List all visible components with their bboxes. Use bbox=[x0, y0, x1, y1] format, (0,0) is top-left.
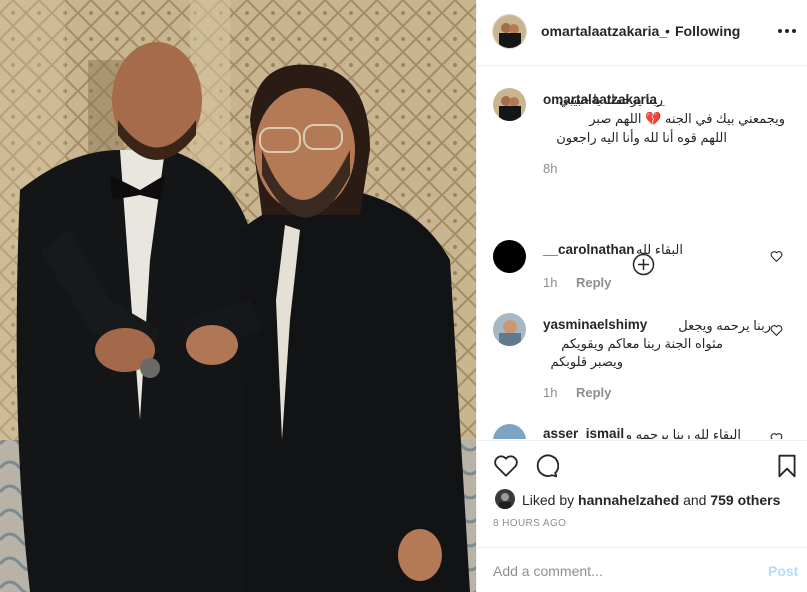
comment-like-heart-icon[interactable] bbox=[770, 324, 783, 337]
comment-like-heart-icon[interactable] bbox=[770, 250, 783, 263]
post-photo[interactable] bbox=[0, 0, 476, 592]
commenter-avatar[interactable] bbox=[493, 240, 526, 273]
add-comment-input[interactable]: Add a comment... bbox=[493, 563, 603, 579]
post-actions: Liked by hannahelzahed and 759 others 8 … bbox=[477, 440, 807, 592]
comment-text: البقاء لله bbox=[636, 242, 683, 257]
commenter-avatar[interactable] bbox=[493, 313, 526, 346]
comment-username[interactable]: yasminaelshimy bbox=[543, 317, 647, 332]
author-avatar[interactable] bbox=[493, 15, 526, 48]
heart-icon[interactable] bbox=[493, 453, 519, 479]
photo-image bbox=[0, 0, 476, 592]
liked-by-prefix: Liked by bbox=[522, 492, 575, 508]
post-comment-button[interactable]: Post bbox=[768, 563, 798, 579]
comment-text: البقاء لله ربنا يرحمه و bbox=[625, 427, 741, 439]
following-button[interactable]: Following bbox=[675, 23, 740, 39]
comment-text-line3: ويصبر قلوبكم bbox=[550, 354, 623, 369]
caption-text-line1: ربنا يرحمك يا حبيبي bbox=[558, 92, 663, 107]
caption-avatar[interactable] bbox=[493, 88, 526, 121]
comment-like-heart-icon[interactable] bbox=[770, 432, 783, 439]
header-separator: • bbox=[665, 23, 670, 39]
liker-avatar[interactable] bbox=[495, 489, 515, 509]
more-options-icon[interactable] bbox=[775, 20, 799, 42]
caption-text-line2: ويجمعني بيك في الجنه 💔 اللهم صبر bbox=[589, 111, 785, 126]
liked-by-user[interactable]: hannahelzahed bbox=[578, 492, 679, 508]
comment-bubble-icon[interactable] bbox=[533, 453, 560, 479]
caption-time[interactable]: 8h bbox=[543, 161, 557, 176]
caption-text-line3: اللهم قوه أنا لله وأنا اليه راجعون bbox=[556, 130, 727, 145]
author-username[interactable]: omartalaatzakaria_ bbox=[541, 23, 667, 39]
bookmark-icon[interactable] bbox=[774, 453, 800, 479]
post-timestamp[interactable]: 8 HOURS AGO bbox=[493, 518, 566, 529]
post-side-panel: omartalaatzakaria_ • Following omartalaa… bbox=[476, 0, 807, 592]
comment-time[interactable]: 1h bbox=[543, 385, 557, 400]
commenter-avatar[interactable] bbox=[493, 424, 526, 439]
liked-by-others[interactable]: 759 others bbox=[710, 492, 780, 508]
comment-text-line2: مثواه الجنة ربنا معاكم ويقويكم bbox=[561, 336, 723, 351]
comment-text-line1: ربنا يرحمه ويجعل bbox=[678, 318, 771, 333]
post-header: omartalaatzakaria_ • Following bbox=[477, 0, 807, 66]
add-comment-bar: Add a comment... Post bbox=[477, 547, 807, 592]
liked-by-conj: and bbox=[683, 492, 707, 508]
comment-username[interactable]: __carolnathan bbox=[543, 242, 635, 257]
comment-reply-button[interactable]: Reply bbox=[576, 275, 611, 290]
comments-list[interactable]: omartalaatzakaria_ ربنا يرحمك يا حبيبي و… bbox=[477, 67, 807, 439]
comment-reply-button[interactable]: Reply bbox=[576, 385, 611, 400]
comment-time[interactable]: 1h bbox=[543, 275, 557, 290]
